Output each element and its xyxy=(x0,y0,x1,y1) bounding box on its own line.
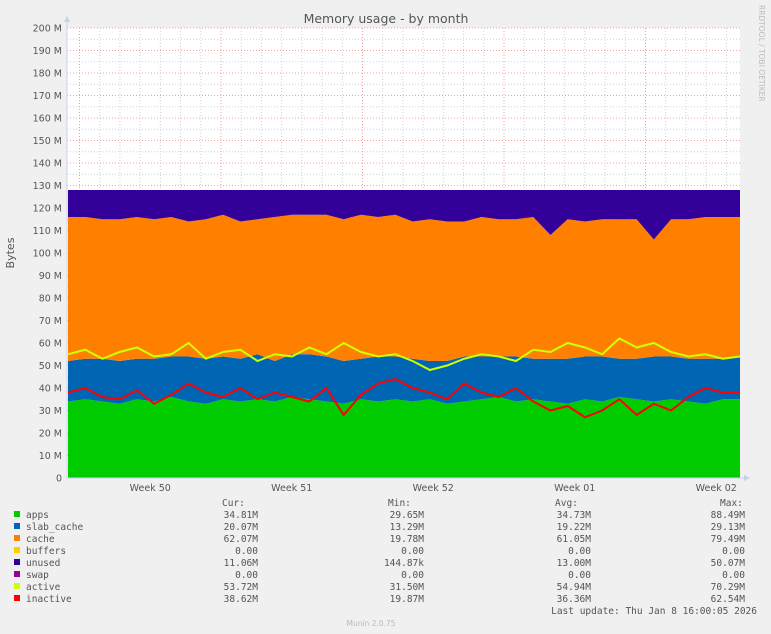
legend-name: unused xyxy=(26,558,60,569)
y-tick-label: 110 M xyxy=(33,226,62,237)
legend-header-cur: Cur: xyxy=(222,498,245,509)
area-apps xyxy=(68,397,740,478)
legend-avg: 0.00 xyxy=(568,570,591,581)
legend-max: 0.00 xyxy=(722,570,745,581)
x-tick-label: Week 51 xyxy=(271,483,312,494)
y-tick-label: 130 M xyxy=(33,181,62,192)
memory-chart: Memory usage - by month Bytes RRDTOOL / … xyxy=(4,5,766,628)
legend-cur: 34.81M xyxy=(224,510,259,521)
legend-name: slab_cache xyxy=(26,522,83,533)
y-tick-label: 100 M xyxy=(33,249,62,260)
x-tick-label: Week 52 xyxy=(413,483,454,494)
legend-avg: 34.73M xyxy=(557,510,592,521)
legend-swatch xyxy=(14,511,20,517)
y-axis-arrow-icon xyxy=(64,16,70,22)
y-tick-label: 140 M xyxy=(33,159,62,170)
legend-swatch xyxy=(14,595,20,601)
legend-avg: 0.00 xyxy=(568,546,591,557)
y-tick-label: 10 M xyxy=(39,451,62,462)
legend-name: cache xyxy=(26,534,55,545)
legend-max: 88.49M xyxy=(711,510,746,521)
legend-max: 62.54M xyxy=(711,594,746,605)
y-tick-label: 30 M xyxy=(39,406,62,417)
y-tick-label: 90 M xyxy=(39,271,62,282)
y-tick-label: 190 M xyxy=(33,46,62,57)
legend-min: 19.78M xyxy=(390,534,425,545)
y-tick-label: 160 M xyxy=(33,114,62,125)
x-tick-label: Week 01 xyxy=(554,483,595,494)
y-tick-label: 50 M xyxy=(39,361,62,372)
legend-avg: 61.05M xyxy=(557,534,592,545)
legend-swatch xyxy=(14,571,20,577)
legend-max: 0.00 xyxy=(722,546,745,557)
legend-max: 29.13M xyxy=(711,522,746,533)
legend-name: active xyxy=(26,582,61,593)
legend-name: buffers xyxy=(26,546,66,557)
area-cache xyxy=(68,214,740,361)
legend-header-min: Min: xyxy=(388,498,411,509)
legend-swatch xyxy=(14,583,20,589)
legend-cur: 20.07M xyxy=(224,522,259,533)
legend-swatch xyxy=(14,559,20,565)
y-tick-label: 40 M xyxy=(39,384,62,395)
y-tick-label: 200 M xyxy=(33,24,62,35)
legend-min: 29.65M xyxy=(390,510,425,521)
legend-min: 31.50M xyxy=(390,582,425,593)
y-tick-label: 20 M xyxy=(39,429,62,440)
legend-min: 144.87k xyxy=(384,558,424,569)
legend-name: inactive xyxy=(26,594,72,605)
legend-header-avg: Avg: xyxy=(555,498,578,509)
legend-min: 19.87M xyxy=(390,594,425,605)
y-tick-label: 180 M xyxy=(33,69,62,80)
y-axis-label: Bytes xyxy=(4,237,17,268)
y-tick-label: 80 M xyxy=(39,294,62,305)
legend-avg: 54.94M xyxy=(557,582,592,593)
legend-max: 70.29M xyxy=(711,582,746,593)
x-axis-arrow-icon xyxy=(744,475,750,481)
legend-name: apps xyxy=(26,510,49,521)
x-tick-label: Week 02 xyxy=(696,483,737,494)
legend-swatch xyxy=(14,535,20,541)
legend-max: 79.49M xyxy=(711,534,746,545)
legend-avg: 19.22M xyxy=(557,522,592,533)
legend-min: 0.00 xyxy=(401,546,424,557)
legend-name: swap xyxy=(26,570,49,581)
legend-cur: 38.62M xyxy=(224,594,259,605)
legend-avg: 13.00M xyxy=(557,558,592,569)
y-tick-label: 170 M xyxy=(33,91,62,102)
chart-title: Memory usage - by month xyxy=(304,11,469,26)
y-tick-label: 0 xyxy=(56,474,62,485)
y-tick-label: 60 M xyxy=(39,339,62,350)
legend-cur: 11.06M xyxy=(224,558,259,569)
legend-avg: 36.36M xyxy=(557,594,592,605)
y-tick-label: 70 M xyxy=(39,316,62,327)
last-update: Last update: Thu Jan 8 16:00:05 2026 xyxy=(551,606,757,617)
y-tick-label: 120 M xyxy=(33,204,62,215)
y-tick-label: 150 M xyxy=(33,136,62,147)
legend-cur: 0.00 xyxy=(235,570,258,581)
legend-header-max: Max: xyxy=(720,498,743,509)
legend-min: 13.29M xyxy=(390,522,425,533)
legend-cur: 0.00 xyxy=(235,546,258,557)
footer-version: Munin 2.0.75 xyxy=(346,619,395,628)
x-tick-label: Week 50 xyxy=(130,483,171,494)
legend-swatch xyxy=(14,547,20,553)
legend-cur: 62.07M xyxy=(224,534,259,545)
legend-max: 50.07M xyxy=(711,558,746,569)
legend-cur: 53.72M xyxy=(224,582,259,593)
legend-min: 0.00 xyxy=(401,570,424,581)
watermark: RRDTOOL / TOBI OETIKER xyxy=(757,5,766,102)
legend-swatch xyxy=(14,523,20,529)
